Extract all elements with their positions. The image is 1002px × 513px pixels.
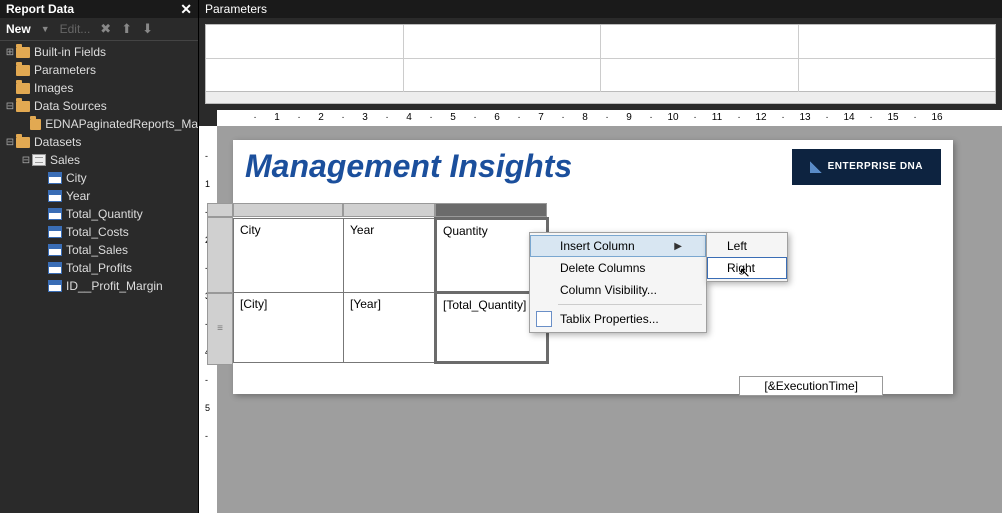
- tree-item[interactable]: Total_Quantity: [0, 205, 198, 223]
- context-menu-label: Column Visibility...: [560, 283, 657, 297]
- tree-item-label: City: [66, 171, 87, 185]
- tree-item-label: Datasets: [34, 135, 81, 149]
- tree-item-label: Sales: [50, 153, 80, 167]
- report-data-header: Report Data ✕: [0, 0, 198, 18]
- logo-badge[interactable]: ENTERPRISE DNA: [792, 149, 941, 185]
- tree-item-label: Total_Profits: [66, 261, 132, 275]
- folder-icon: [16, 47, 30, 58]
- ruler-horizontal: ·1·2·3·4·5·6·7·8·9·10·11·12·13·14·15·16: [217, 110, 1002, 126]
- tablix-data-cell[interactable]: [Year]: [344, 293, 436, 363]
- tablix[interactable]: CityYearQuantity[City][Year][Total_Quant…: [233, 217, 549, 364]
- logo-text: ENTERPRISE DNA: [828, 161, 923, 172]
- column-selector[interactable]: [343, 203, 435, 217]
- properties-icon: [536, 311, 552, 327]
- tree-toggle-icon[interactable]: ⊟: [4, 137, 16, 148]
- field-icon: [48, 208, 62, 220]
- tree-item-label: EDNAPaginatedReports_Ma: [45, 117, 198, 131]
- context-menu[interactable]: Insert Column▶LeftRightDelete ColumnsCol…: [529, 232, 707, 333]
- field-icon: [48, 226, 62, 238]
- tablix-select-all[interactable]: [207, 203, 233, 217]
- column-selector[interactable]: [233, 203, 343, 217]
- field-icon: [48, 262, 62, 274]
- logo-icon: [810, 161, 822, 173]
- tree-item[interactable]: Total_Sales: [0, 241, 198, 259]
- row-selector[interactable]: [207, 217, 233, 293]
- folder-icon: [16, 137, 30, 148]
- context-menu-item[interactable]: Tablix Properties...: [530, 308, 706, 330]
- context-menu-item[interactable]: Column Visibility...: [530, 279, 706, 301]
- folder-icon: [30, 119, 41, 130]
- move-down-icon[interactable]: ⬇: [142, 21, 153, 37]
- move-up-icon[interactable]: ⬆: [121, 21, 132, 37]
- tree-item[interactable]: ID__Profit_Margin: [0, 277, 198, 295]
- context-menu-label: Insert Column: [560, 239, 635, 253]
- delete-icon[interactable]: ✖: [100, 21, 111, 37]
- field-icon: [48, 172, 62, 184]
- edit-button: Edit...: [60, 22, 91, 36]
- tree-item-label: ID__Profit_Margin: [66, 279, 163, 293]
- field-icon: [48, 280, 62, 292]
- tree-toggle-icon[interactable]: ⊟: [20, 155, 32, 166]
- tree-item[interactable]: ⊞ Built-in Fields: [0, 43, 198, 61]
- tree-item[interactable]: Total_Profits: [0, 259, 198, 277]
- tree-item-label: Data Sources: [34, 99, 107, 113]
- folder-icon: [16, 101, 30, 112]
- report-data-tree[interactable]: ⊞ Built-in Fields Parameters Images ⊟ Data So…: [0, 41, 198, 513]
- tablix-data-cell[interactable]: [City]: [234, 293, 344, 363]
- new-button[interactable]: New: [6, 22, 31, 36]
- parameters-header: Parameters: [199, 0, 1002, 18]
- parameters-grid[interactable]: [205, 24, 996, 92]
- tree-item[interactable]: Total_Costs: [0, 223, 198, 241]
- tree-toggle-icon[interactable]: ⊟: [4, 101, 16, 112]
- report-data-panel: Report Data ✕ New ▼ Edit... ✖ ⬆ ⬇ ⊞ Built…: [0, 0, 199, 513]
- chevron-right-icon: ▶: [674, 241, 682, 252]
- field-icon: [48, 190, 62, 202]
- chevron-down-icon[interactable]: ▼: [41, 24, 50, 34]
- folder-icon: [16, 83, 30, 94]
- close-icon[interactable]: ✕: [180, 1, 192, 18]
- tree-item[interactable]: Parameters: [0, 61, 198, 79]
- tree-item[interactable]: City: [0, 169, 198, 187]
- tablix-header-cell[interactable]: Year: [344, 219, 436, 293]
- row-selector[interactable]: ≡: [207, 293, 233, 365]
- context-submenu-item[interactable]: Left: [707, 235, 787, 257]
- parameters-title: Parameters: [205, 2, 267, 16]
- tree-item[interactable]: ⊟ Sales: [0, 151, 198, 169]
- folder-icon: [16, 65, 30, 76]
- tree-item-label: Total_Sales: [66, 243, 128, 257]
- column-selector[interactable]: [435, 203, 547, 217]
- report-data-toolbar: New ▼ Edit... ✖ ⬆ ⬇: [0, 18, 198, 41]
- tree-item-label: Parameters: [34, 63, 96, 77]
- context-menu-item[interactable]: Delete Columns: [530, 257, 706, 279]
- design-surface[interactable]: -1-2-3-4-5- ≡ ≡ Management Insights ENTE…: [199, 126, 1002, 513]
- report-data-title: Report Data: [6, 2, 74, 16]
- tree-item[interactable]: ⊟ Datasets: [0, 133, 198, 151]
- context-submenu[interactable]: LeftRight: [706, 232, 788, 282]
- tree-item[interactable]: Year: [0, 187, 198, 205]
- tree-item-label: Total_Quantity: [66, 207, 143, 221]
- context-menu-label: Tablix Properties...: [560, 312, 659, 326]
- tree-item[interactable]: EDNAPaginatedReports_Ma: [0, 115, 198, 133]
- dataset-icon: [32, 154, 46, 166]
- tree-item-label: Built-in Fields: [34, 45, 106, 59]
- tree-item[interactable]: Images: [0, 79, 198, 97]
- field-icon: [48, 244, 62, 256]
- context-menu-label: Delete Columns: [560, 261, 645, 275]
- tree-item-label: Images: [34, 81, 73, 95]
- parameters-strip: [205, 92, 996, 104]
- tree-item-label: Total_Costs: [66, 225, 129, 239]
- tree-item-label: Year: [66, 189, 90, 203]
- tree-toggle-icon[interactable]: ⊞: [4, 47, 16, 58]
- context-submenu-item[interactable]: Right: [707, 257, 787, 279]
- context-menu-item[interactable]: Insert Column▶LeftRight: [530, 235, 706, 257]
- tablix-header-cell[interactable]: City: [234, 219, 344, 293]
- execution-time-field[interactable]: [&ExecutionTime]: [739, 376, 883, 396]
- tree-item[interactable]: ⊟ Data Sources: [0, 97, 198, 115]
- report-title[interactable]: Management Insights: [245, 148, 572, 185]
